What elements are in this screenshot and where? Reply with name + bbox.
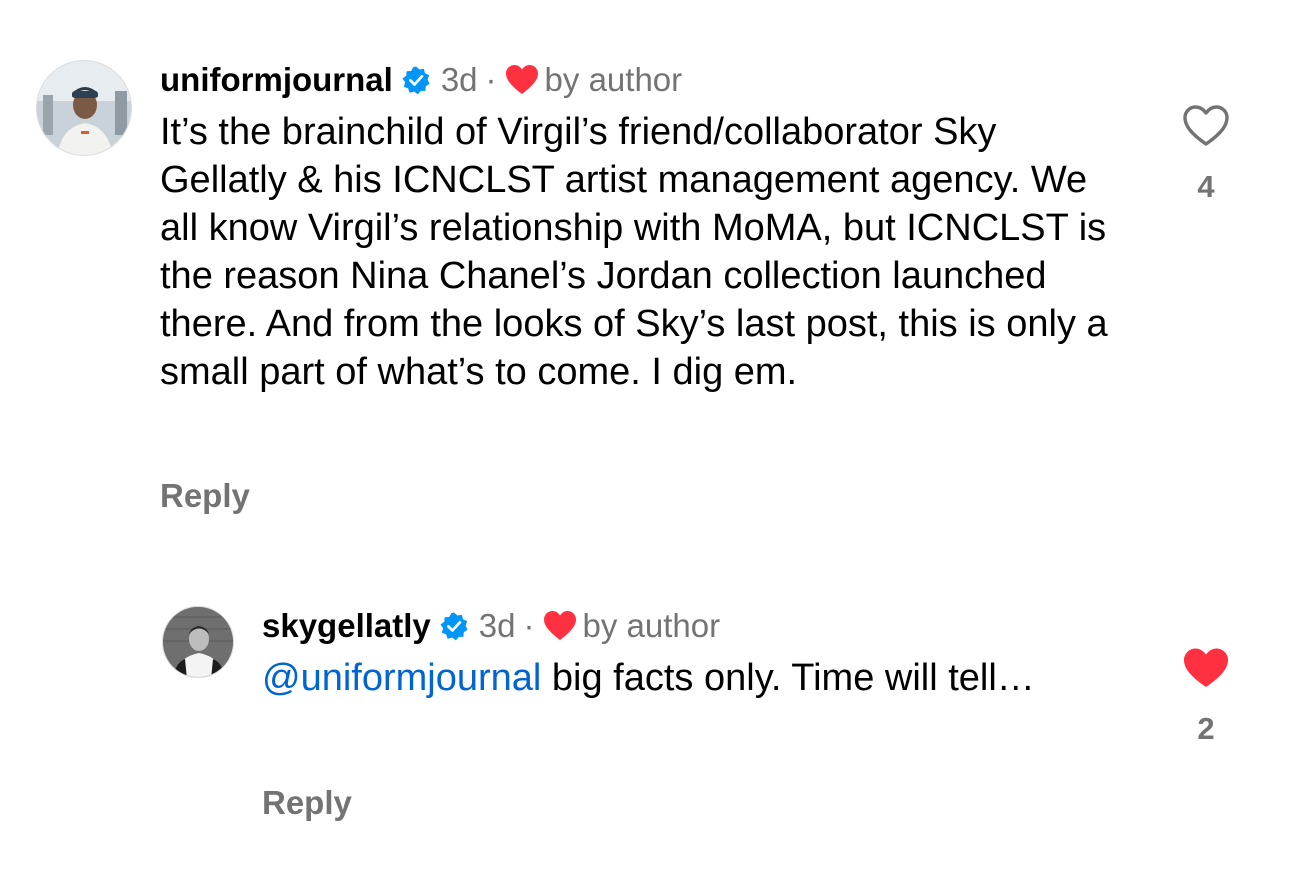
username[interactable]: skygellatly: [262, 606, 431, 646]
comment-text: It’s the brainchild of Virgil’s friend/c…: [160, 111, 1108, 393]
comment-text-body: big facts only. Time will tell…: [541, 657, 1035, 699]
comment-meta: uniformjournal 3d · by author: [160, 60, 1140, 100]
heart-outline-icon[interactable]: [1182, 104, 1230, 153]
avatar-photo: [37, 61, 131, 155]
heart-icon: [505, 64, 539, 96]
like-control: 4: [1176, 104, 1236, 205]
timestamp[interactable]: 3d: [441, 60, 478, 100]
verified-badge-icon: [401, 65, 431, 95]
verified-badge-icon: [439, 611, 469, 641]
comment-meta: skygellatly 3d · by author: [262, 606, 1162, 646]
liked-by-author-label: by author: [582, 607, 721, 644]
avatar[interactable]: [36, 60, 132, 156]
comment: uniformjournal 3d · by author It’s the b…: [0, 0, 1290, 540]
liked-by-author-label: by author: [544, 61, 683, 98]
separator-dot: ·: [485, 61, 497, 98]
like-count: 2: [1197, 711, 1215, 746]
comment-text: @uniformjournal big facts only. Time wil…: [262, 654, 1062, 702]
separator-dot: ·: [523, 607, 535, 644]
timestamp[interactable]: 3d: [479, 606, 516, 646]
avatar-photo: [163, 607, 233, 677]
like-control: 2: [1176, 646, 1236, 747]
heart-icon: [543, 610, 577, 642]
heart-filled-icon[interactable]: [1182, 646, 1230, 695]
avatar[interactable]: [162, 606, 234, 678]
username[interactable]: uniformjournal: [160, 60, 393, 100]
reply-button[interactable]: Reply: [262, 784, 352, 822]
reply-button[interactable]: Reply: [160, 477, 250, 515]
mention-link[interactable]: @uniformjournal: [262, 657, 541, 699]
like-count: 4: [1197, 169, 1215, 204]
comments-page: uniformjournal 3d · by author It’s the b…: [0, 0, 1290, 870]
comment-body: uniformjournal 3d · by author It’s the b…: [160, 60, 1140, 396]
reply-comment: skygellatly 3d · by author @uniformjourn…: [0, 560, 1290, 860]
comment-body: skygellatly 3d · by author @uniformjourn…: [262, 606, 1162, 702]
